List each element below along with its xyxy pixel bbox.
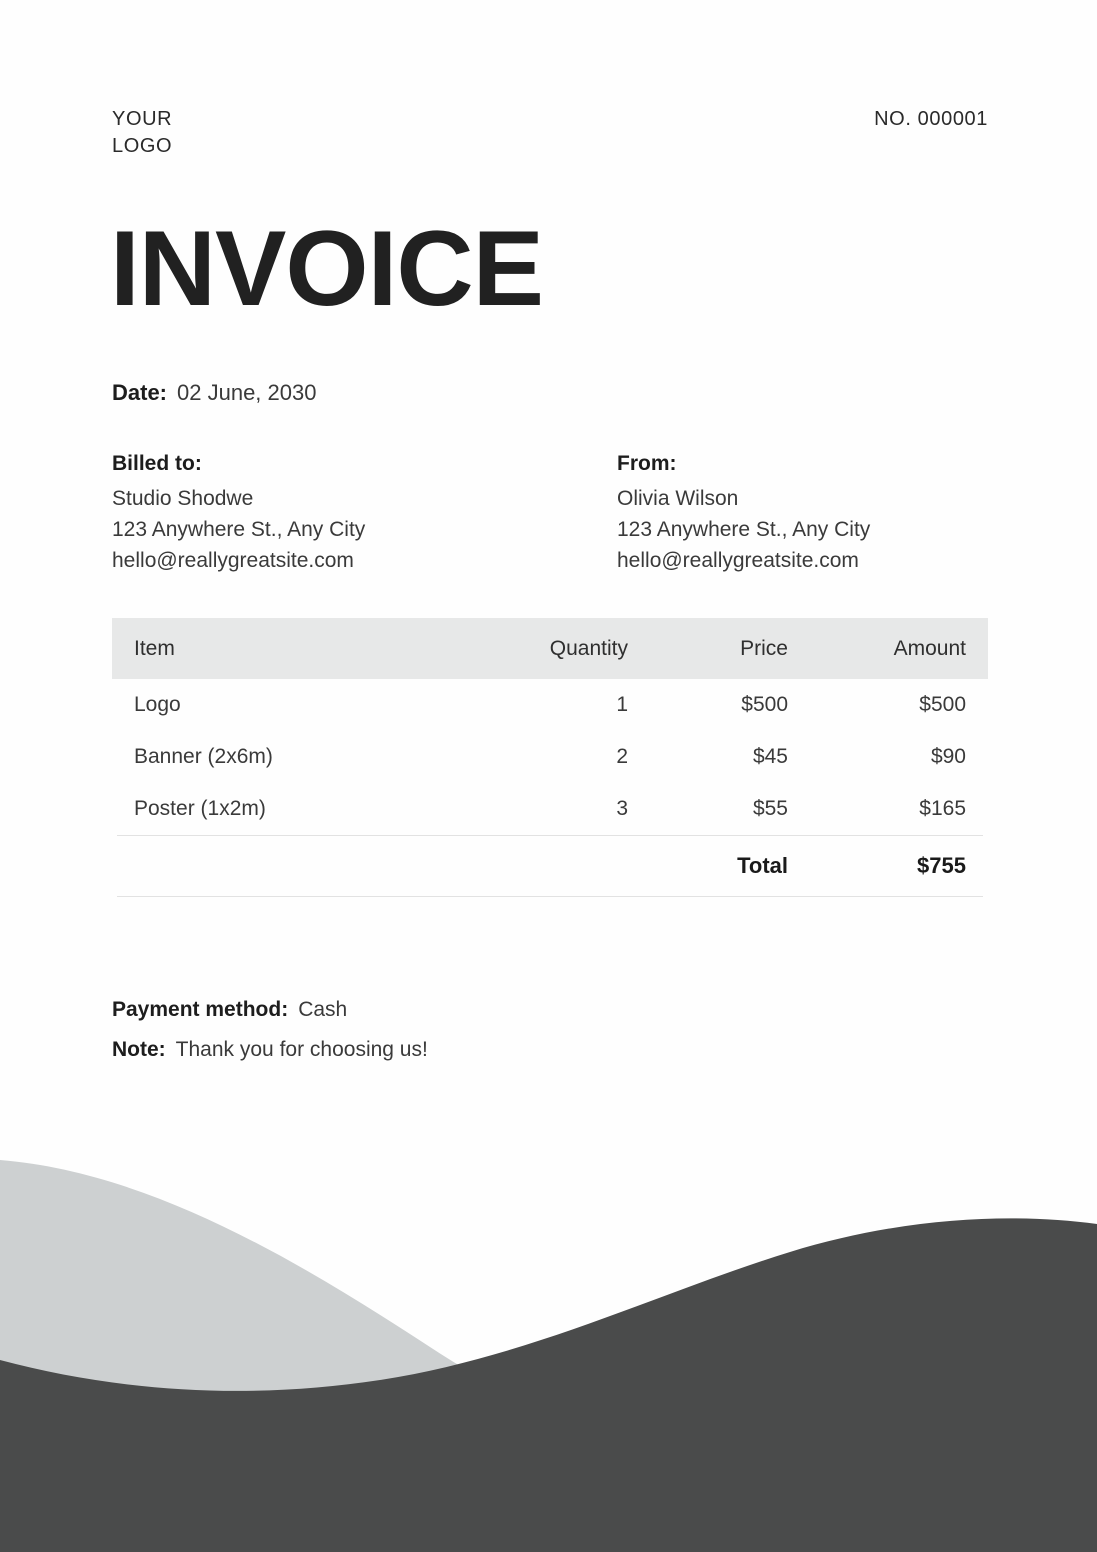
billed-to-block: Billed to: Studio Shodwe 123 Anywhere St…: [112, 448, 617, 576]
logo-placeholder: YOUR LOGO: [112, 106, 172, 160]
row-item: Poster (1x2m): [134, 797, 266, 820]
invoice-number: NO. 000001: [874, 108, 988, 130]
logo-line-1: YOUR: [112, 108, 173, 130]
billed-to-label: Billed to:: [112, 452, 202, 475]
row-item: Logo: [134, 693, 181, 716]
parties-section: Billed to: Studio Shodwe 123 Anywhere St…: [112, 448, 992, 576]
row-price: $45: [752, 745, 788, 768]
note-value: Thank you for choosing us!: [175, 1038, 428, 1061]
logo-line-2: LOGO: [112, 135, 173, 157]
total-label: Total: [737, 853, 788, 878]
row-item: Banner (2x6m): [134, 745, 273, 768]
from-email: hello@reallygreatsite.com: [617, 549, 859, 572]
date-label: Date:: [112, 380, 168, 405]
billed-to-address: 123 Anywhere St., Any City: [112, 518, 366, 541]
row-amount: $90: [930, 745, 966, 768]
row-quantity: 3: [616, 797, 628, 820]
decorative-waves: [0, 1160, 1097, 1552]
column-header-item: Item: [134, 636, 175, 660]
row-price: $55: [752, 797, 788, 820]
invoice-page: YOUR LOGO NO. 000001 INVOICE Date: 02 Jun…: [0, 0, 1097, 1552]
row-amount: $500: [919, 693, 966, 716]
footer-notes: Payment method: Cash Note: Thank you for c…: [112, 990, 428, 1070]
invoice-date: Date: 02 June, 2030: [112, 378, 316, 408]
billed-to-name: Studio Shodwe: [112, 487, 254, 510]
from-name: Olivia Wilson: [617, 487, 739, 510]
total-row: Total $755: [112, 836, 988, 896]
line-items-table: Item Quantity Price Amount Logo 1 $500 $…: [112, 618, 988, 897]
row-quantity: 2: [616, 745, 628, 768]
table-row: Logo 1 $500 $500: [112, 679, 988, 731]
payment-method-value: Cash: [298, 998, 348, 1021]
total-value: $755: [917, 853, 966, 878]
row-quantity: 1: [616, 693, 628, 716]
table-header-row: Item Quantity Price Amount: [112, 618, 988, 679]
column-header-amount: Amount: [893, 636, 966, 660]
from-address: 123 Anywhere St., Any City: [617, 518, 871, 541]
row-amount: $165: [919, 797, 966, 820]
billed-to-email: hello@reallygreatsite.com: [112, 549, 354, 572]
page-title: INVOICE: [110, 208, 544, 328]
payment-method-line: Payment method: Cash: [112, 990, 428, 1030]
column-header-quantity: Quantity: [549, 636, 628, 660]
payment-method-label: Payment method:: [112, 998, 289, 1021]
note-line: Note: Thank you for choosing us!: [112, 1030, 428, 1070]
table-row: Banner (2x6m) 2 $45 $90: [112, 731, 988, 783]
date-value: 02 June, 2030: [177, 380, 317, 405]
from-block: From: Olivia Wilson 123 Anywhere St., An…: [617, 448, 992, 576]
from-label: From:: [617, 452, 677, 475]
column-header-price: Price: [740, 636, 788, 660]
table-row: Poster (1x2m) 3 $55 $165: [112, 783, 988, 835]
total-bottom-rule: [117, 896, 983, 897]
row-price: $500: [741, 693, 788, 716]
invoice-header: YOUR LOGO NO. 000001: [112, 106, 988, 160]
note-label: Note:: [112, 1038, 166, 1061]
